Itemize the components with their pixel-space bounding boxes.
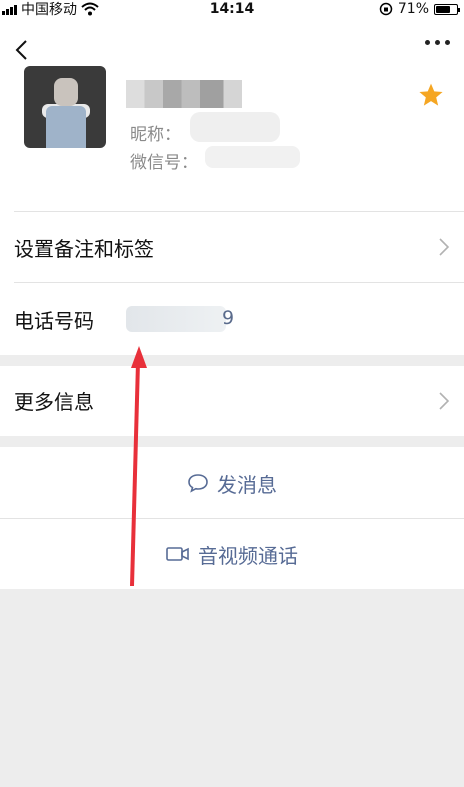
remark-tags-row[interactable]: 设置备注和标签 [0,212,464,282]
battery-icon [434,3,460,15]
more-info-label: 更多信息 [14,390,94,414]
chevron-right-icon [439,238,450,256]
status-bar: 中国移动 14:14 71% [0,0,464,18]
chat-bubble-icon [188,474,208,493]
more-info-row[interactable]: 更多信息 [0,366,464,436]
avatar[interactable] [24,66,106,148]
phone-number-suffix[interactable]: 9 [222,307,234,329]
phone-number-redacted [126,306,226,332]
nickname-label: 昵称： [130,125,181,145]
chevron-right-icon [439,392,450,410]
phone-label: 电话号码 [14,308,94,333]
remark-tags-label: 设置备注和标签 [14,236,154,261]
chevron-left-icon[interactable] [10,38,34,62]
star-icon [419,83,443,106]
divider [14,282,464,283]
wechat-id-label: 微信号： [130,153,198,173]
more-options-button[interactable] [425,40,450,45]
display-name-redacted [126,80,242,108]
battery-percent: 71% [397,1,429,17]
video-call-label: 音视频通话 [198,543,298,568]
video-call-button[interactable]: 音视频通话 [0,519,464,589]
nickname-redacted [190,112,280,142]
send-message-label: 发消息 [217,472,277,497]
orientation-lock-icon [379,2,393,16]
status-right: 71% [379,0,460,18]
video-camera-icon [166,547,189,561]
wechat-id-redacted [205,146,300,168]
send-message-button[interactable]: 发消息 [0,448,464,518]
